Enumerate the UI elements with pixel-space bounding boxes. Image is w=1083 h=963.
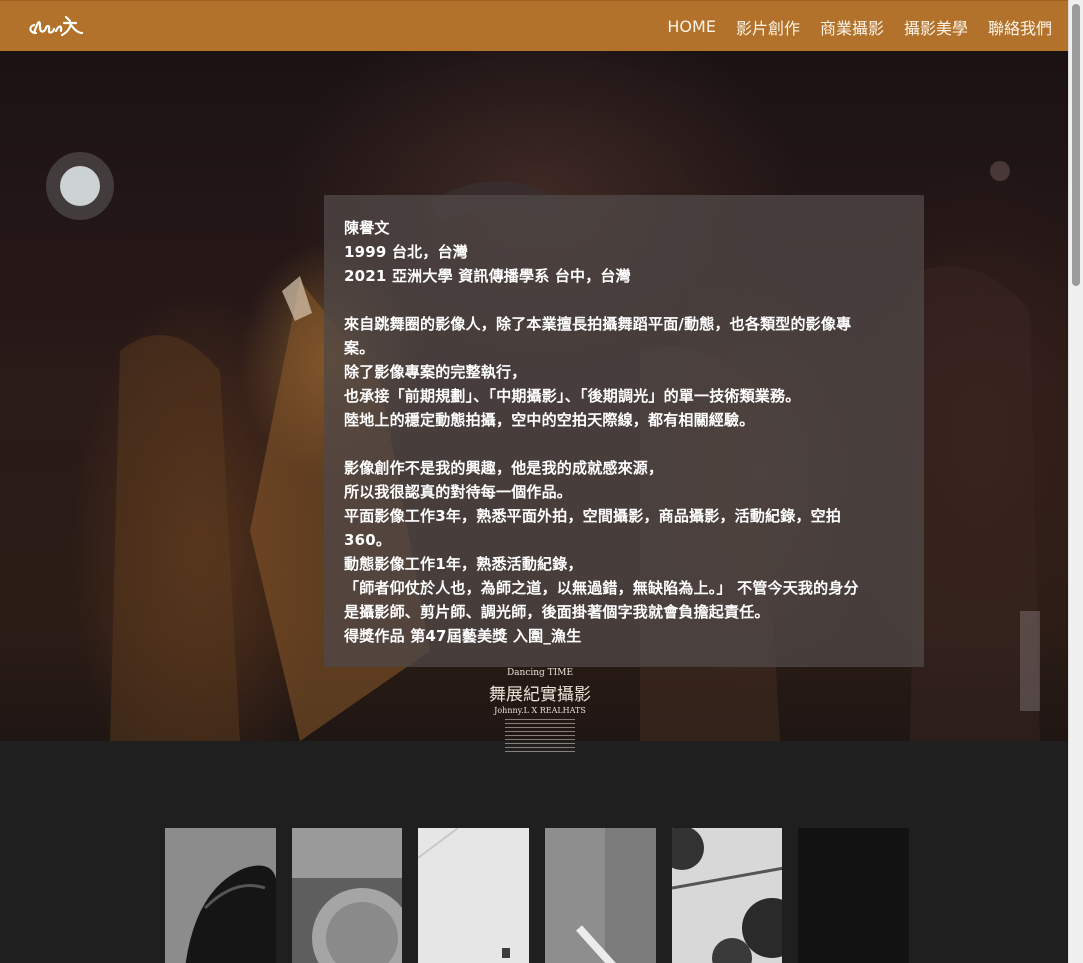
intro-line: 影像創作不是我的興趣，他是我的成就感來源， <box>344 459 664 477</box>
intro-line: 案。 <box>344 339 375 357</box>
top-navbar: HOME 影片創作 商業攝影 攝影美學 聯絡我們 <box>0 0 1068 51</box>
intro-line: 1999 台北，台灣 <box>344 243 468 261</box>
intro-line: 也承接「前期規劃」、「中期攝影」、「後期調光」的單一技術類業務。 <box>344 387 801 405</box>
portrait-cap-photo <box>291 828 403 963</box>
intro-line: 陸地上的穩定動態拍攝，空中的空拍天際線，都有相關經驗。 <box>344 411 755 429</box>
intro-line: 得獎作品 第47屆藝美獎 入圍_漁生 <box>344 627 582 645</box>
intro-line: 所以我很認真的對待每一個作品。 <box>344 483 573 501</box>
poster-zh-title: 舞展紀實攝影 <box>489 685 591 705</box>
signature-logo-icon[interactable] <box>26 11 86 41</box>
intro-line: 平面影像工作3年，熟悉平面外拍，空間攝影，商品攝影，活動紀錄，空拍 <box>344 507 842 525</box>
page-scrollbar[interactable] <box>1068 0 1083 963</box>
intro-line: 動態影像工作1年，熟悉活動紀錄， <box>344 555 583 573</box>
intro-line: 是攝影師、剪片師、調光師，後面掛著個字我就會負擔起責任。 <box>344 603 770 621</box>
scrollbar-thumb[interactable] <box>1072 4 1080 286</box>
gallery-thumb-concrete-pole[interactable] <box>545 828 656 963</box>
nav-commercial-photography[interactable]: 商業攝影 <box>820 15 884 39</box>
white-wall-photo <box>418 828 530 963</box>
poster-fine-print <box>505 719 575 755</box>
intro-name: 陳譽文 <box>344 219 390 237</box>
nav-contact-us[interactable]: 聯絡我們 <box>988 15 1052 39</box>
gallery-thumb-portrait-hair[interactable] <box>165 828 276 963</box>
intro-line: 來自跳舞圈的影像人，除了本業擅長拍攝舞蹈平面/動態，也各類型的影像專 <box>344 315 852 333</box>
intro-line: 除了影像專案的完整執行， <box>344 363 527 381</box>
gallery-thumb-white-wall[interactable] <box>418 828 530 963</box>
gallery-thumb-dark-frame[interactable] <box>798 828 910 963</box>
hero-banner: 陳譽文 1999 台北，台灣 2021 亞洲大學 資訊傳播學系 台中，台灣 來自… <box>0 51 1068 772</box>
nav-video-creation[interactable]: 影片創作 <box>736 15 800 39</box>
dance-poster[interactable]: Dancing TIME 舞展紀實攝影 Johnny.L X REALHATS <box>482 665 598 772</box>
concrete-pole-photo <box>545 828 656 963</box>
intro-line <box>344 432 904 456</box>
intro-text-box: 陳譽文 1999 台北，台灣 2021 亞洲大學 資訊傳播學系 台中，台灣 來自… <box>324 195 924 667</box>
portrait-hair-photo <box>165 828 276 963</box>
main-nav: HOME 影片創作 商業攝影 攝影美學 聯絡我們 <box>647 1 1052 52</box>
intro-line: 2021 亞洲大學 資訊傳播學系 台中，台灣 <box>344 267 631 285</box>
gallery-thumb-portrait-cap[interactable] <box>291 828 403 963</box>
poster-credit: Johnny.L X REALHATS <box>494 706 586 715</box>
photo-gallery <box>165 828 925 963</box>
sky-trees-photo <box>671 828 783 963</box>
intro-line: 360。 <box>344 531 392 549</box>
nav-home[interactable]: HOME <box>667 17 716 36</box>
page: HOME 影片創作 商業攝影 攝影美學 聯絡我們 陳譽文 1999 台北，台灣 … <box>0 0 1068 963</box>
nav-photography-aesthetics[interactable]: 攝影美學 <box>904 15 968 39</box>
intro-line <box>344 288 904 312</box>
gallery-thumb-sky-trees[interactable] <box>671 828 783 963</box>
dark-frame-photo <box>798 828 910 963</box>
intro-line: 「師者仰仗於人也，為師之道，以無過錯，無缺陷為上。」 不管今天我的身分 <box>344 579 859 597</box>
poster-en-title: Dancing TIME <box>506 668 574 678</box>
